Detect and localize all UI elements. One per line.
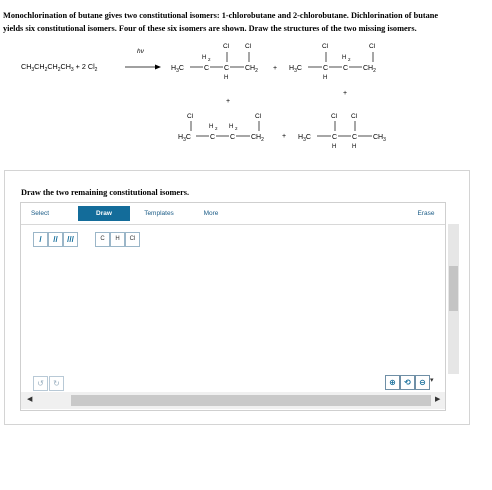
atom-c-button[interactable]: C (95, 232, 110, 247)
scroll-left-icon[interactable]: ◀ (27, 395, 32, 403)
plus-3: + (343, 90, 347, 97)
question-line-2: yields six constitutional isomers. Four … (3, 24, 417, 33)
svg-text:H: H (352, 144, 356, 148)
svg-text:C: C (352, 134, 357, 141)
reaction-arrowhead (155, 64, 161, 70)
redo-icon[interactable]: ↻ (49, 376, 64, 391)
svg-text:H: H (342, 55, 346, 61)
svg-text:CH2: CH2 (251, 134, 264, 143)
svg-text:H3C: H3C (289, 65, 302, 74)
svg-text:C: C (204, 65, 209, 72)
svg-text:Cl: Cl (351, 113, 358, 120)
zoom-in-icon[interactable]: ⊕ (385, 375, 400, 390)
svg-text:CH3: CH3 (373, 134, 386, 143)
svg-text:Cl: Cl (322, 43, 329, 50)
select-button[interactable]: Select (25, 206, 55, 221)
svg-text:H: H (202, 55, 206, 61)
reaction-scheme: CH3CH2CH2CH3 + 2 Cl2 hν H3C C H 2 C Cl H… (21, 43, 386, 148)
product-2: H3C C Cl H C H 2 CH2 Cl (289, 43, 376, 81)
sketcher[interactable]: Select Draw Templates More Erase / // //… (20, 202, 459, 411)
svg-text:CH2: CH2 (245, 65, 258, 74)
vertical-scrollbar[interactable] (448, 224, 459, 374)
svg-text:H: H (229, 124, 233, 130)
svg-text:2: 2 (208, 57, 211, 62)
product-3: H3C Cl C H 2 C H 2 CH2 Cl (178, 113, 264, 143)
svg-text:C: C (332, 134, 337, 141)
svg-text:H: H (332, 144, 336, 148)
scroll-right-icon[interactable]: ▶ (435, 395, 440, 403)
svg-text:2: 2 (235, 126, 238, 131)
answer-panel: Draw the two remaining constitutional is… (4, 170, 470, 425)
question-line-1: Monochlorination of butane gives two con… (3, 11, 439, 20)
plus-4: + (282, 133, 286, 140)
erase-button[interactable]: Erase (414, 206, 438, 221)
svg-text:H3C: H3C (178, 134, 191, 143)
svg-text:C: C (210, 134, 215, 141)
svg-text:H3C: H3C (171, 65, 184, 74)
svg-text:2: 2 (348, 57, 351, 62)
plus-2: + (226, 98, 230, 105)
svg-text:CH2: CH2 (363, 65, 376, 74)
undo-icon[interactable]: ↺ (33, 376, 48, 391)
reactant-ch3-a: CH3CH2CH2CH3 + 2 Cl2 (21, 62, 98, 73)
sketcher-toolbar: Select Draw Templates More Erase (21, 203, 445, 225)
zoom-reset-icon[interactable]: ⟲ (400, 375, 415, 390)
svg-text:H3C: H3C (298, 134, 311, 143)
product-4: H3C C Cl H C Cl H CH3 (298, 113, 386, 148)
svg-text:H: H (209, 124, 213, 130)
draw-button[interactable]: Draw (78, 206, 130, 221)
zoom-dropdown-icon[interactable]: ▾ (430, 376, 434, 384)
svg-text:Cl: Cl (245, 43, 252, 50)
plus-1: + (273, 65, 277, 72)
svg-text:Cl: Cl (255, 113, 262, 120)
templates-button[interactable]: Templates (137, 206, 181, 221)
svg-text:C: C (224, 65, 229, 72)
svg-text:H: H (323, 75, 327, 81)
single-bond-button[interactable]: / (33, 232, 48, 247)
svg-text:2: 2 (215, 126, 218, 131)
svg-text:H: H (224, 75, 228, 81)
question-text: Monochlorination of butane gives two con… (3, 9, 473, 35)
canvas-area[interactable] (21, 251, 441, 371)
instruction-text: Draw the two remaining constitutional is… (21, 188, 190, 197)
zoom-out-icon[interactable]: ⊖ (415, 375, 430, 390)
condition-hv: hν (137, 48, 145, 55)
svg-text:Cl: Cl (223, 43, 230, 50)
atom-cl-button[interactable]: Cl (125, 232, 140, 247)
svg-text:Cl: Cl (187, 113, 194, 120)
atom-h-button[interactable]: H (110, 232, 125, 247)
horizontal-scrollbar[interactable]: ◀ ▶ (21, 392, 445, 409)
svg-text:C: C (323, 65, 328, 72)
double-bond-button[interactable]: // (48, 232, 63, 247)
product-1: H3C C H 2 C Cl H CH2 Cl (171, 43, 258, 81)
vertical-scroll-thumb[interactable] (449, 266, 458, 311)
svg-text:Cl: Cl (331, 113, 338, 120)
triple-bond-button[interactable]: /// (63, 232, 78, 247)
svg-text:C: C (230, 134, 235, 141)
more-button[interactable]: More (199, 206, 223, 221)
svg-text:C: C (343, 65, 348, 72)
horizontal-scroll-thumb[interactable] (71, 395, 431, 406)
svg-text:Cl: Cl (369, 43, 376, 50)
